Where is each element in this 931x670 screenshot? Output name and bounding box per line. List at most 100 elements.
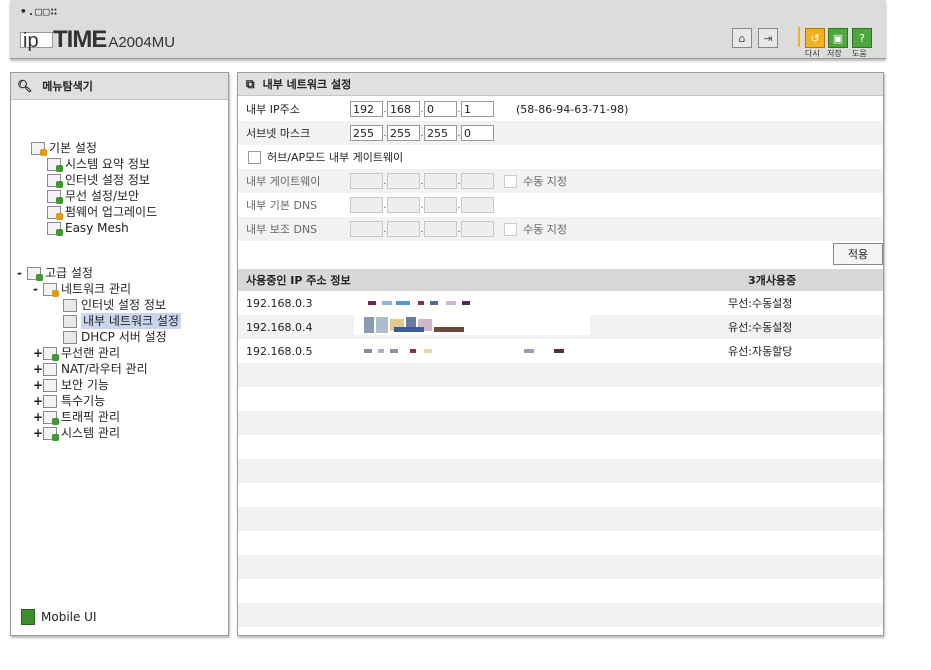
ip-octet-3[interactable]: 0 xyxy=(424,101,457,117)
dns2-octet-1[interactable] xyxy=(350,221,383,237)
tree-system-management[interactable]: + 시스템 관리 xyxy=(33,425,120,441)
mesh-icon xyxy=(47,221,63,236)
tree-advanced-settings[interactable]: - 고급 설정 xyxy=(17,265,93,281)
ip-usage-table-header: 사용중인 IP 주소 정보 3개사용중 xyxy=(238,269,883,291)
expand-toggle[interactable]: + xyxy=(33,361,43,377)
tree-label: 기본 설정 xyxy=(49,141,97,155)
ip-octet-2[interactable]: 168 xyxy=(387,101,420,117)
special-folder-icon xyxy=(43,394,57,408)
search-icon: 🔍︎ xyxy=(17,79,33,93)
tree-basic-settings[interactable]: 기본 설정 xyxy=(31,140,97,156)
tree-label: 시스템 관리 xyxy=(61,426,121,440)
page-icon xyxy=(63,330,77,344)
tree-wireless-management[interactable]: + 무선랜 관리 xyxy=(33,345,120,361)
row-ip: 192.168.0.5 xyxy=(246,344,313,358)
lock-folder-icon xyxy=(43,378,57,392)
gateway-manual-checkbox[interactable] xyxy=(504,174,517,188)
expand-toggle[interactable]: + xyxy=(33,377,43,393)
secondary-dns-label: 내부 보조 DNS xyxy=(246,223,318,236)
ip-usage-title: 사용중인 IP 주소 정보 xyxy=(246,274,351,287)
dns2-octet-4[interactable] xyxy=(461,221,494,237)
row-status: 무선:수동설정 xyxy=(728,297,793,310)
tree-label: 시스템 요약 정보 xyxy=(65,157,150,171)
primary-dns-row: 내부 기본 DNS . . . xyxy=(238,193,883,217)
system-folder-icon xyxy=(43,426,59,441)
tree-traffic-management[interactable]: + 트래픽 관리 xyxy=(33,409,120,425)
redacted-hostname xyxy=(354,294,590,312)
tree-firmware-upgrade[interactable]: 펌웨어 업그레이드 xyxy=(47,204,157,220)
chart-icon xyxy=(47,157,63,172)
iptime-logo: ip TIME A2004MU xyxy=(20,26,175,54)
collapse-toggle[interactable]: - xyxy=(33,281,43,297)
network-icon xyxy=(47,173,63,188)
refresh-icon[interactable]: ↺ xyxy=(805,28,825,48)
dns1-octet-3[interactable] xyxy=(424,197,457,213)
expand-toggle[interactable]: + xyxy=(33,409,43,425)
expand-toggle[interactable]: + xyxy=(33,345,43,361)
apply-button[interactable]: 적용 xyxy=(833,243,883,265)
tree-label-selected: 내부 네트워크 설정 xyxy=(81,313,181,329)
tree-system-summary[interactable]: 시스템 요약 정보 xyxy=(47,156,150,172)
tree-label: Easy Mesh xyxy=(65,221,129,235)
save-icon[interactable]: ▣ xyxy=(828,28,848,48)
expand-toggle[interactable]: + xyxy=(33,425,43,441)
tree-label: 보안 기능 xyxy=(61,378,109,392)
dns1-octet-1[interactable] xyxy=(350,197,383,213)
help-icon[interactable]: ? xyxy=(852,28,872,48)
mask-octet-3[interactable]: 255 xyxy=(424,125,457,141)
home-icon[interactable]: ⌂ xyxy=(732,28,752,48)
tree-network-management[interactable]: - 네트워크 관리 xyxy=(33,281,131,297)
subnet-mask-label: 서브넷 마스크 xyxy=(246,127,311,140)
gateway-manual-label: 수동 지정 xyxy=(523,175,567,188)
wireless-icon xyxy=(47,189,63,204)
tree-internet-info[interactable]: 인터넷 설정 정보 xyxy=(47,172,150,188)
ip-usage-count: 3개사용중 xyxy=(748,274,797,287)
collapse-toggle[interactable]: - xyxy=(17,265,27,281)
hub-ap-gateway-label: 허브/AP모드 내부 게이트웨이 xyxy=(267,151,404,164)
ip-address-label: 내부 IP주소 xyxy=(246,103,300,116)
expand-toggle[interactable]: + xyxy=(33,393,43,409)
tree-internet-setting-info[interactable]: 인터넷 설정 정보 xyxy=(63,297,166,313)
tree-label: DHCP 서버 설정 xyxy=(81,330,167,344)
hub-ap-gateway-checkbox[interactable] xyxy=(248,150,261,164)
logout-icon[interactable]: ⇥ xyxy=(758,28,778,48)
brand-dots: •.□□∷ xyxy=(20,5,59,18)
ip-octet-1[interactable]: 192 xyxy=(350,101,383,117)
gateway-label: 내부 게이트웨이 xyxy=(246,175,321,188)
gateway-octet-4[interactable] xyxy=(461,173,494,189)
mask-octet-2[interactable]: 255 xyxy=(387,125,420,141)
primary-dns-label: 내부 기본 DNS xyxy=(246,199,318,212)
dns2-octet-2[interactable] xyxy=(387,221,420,237)
dns-manual-checkbox[interactable] xyxy=(504,222,517,236)
gateway-octet-3[interactable] xyxy=(424,173,457,189)
tree-label: 네트워크 관리 xyxy=(61,282,132,296)
mobile-ui-link[interactable]: Mobile UI xyxy=(21,609,97,625)
redacted-hostname xyxy=(354,315,590,335)
gateway-octet-2[interactable] xyxy=(387,173,420,189)
help-label: 도움 xyxy=(852,49,867,58)
tree-internal-network-settings[interactable]: 내부 네트워크 설정 xyxy=(63,313,181,329)
dns1-octet-4[interactable] xyxy=(461,197,494,213)
empty-row xyxy=(238,363,883,387)
row-ip: 192.168.0.3 xyxy=(246,296,313,310)
mask-octet-4[interactable]: 0 xyxy=(461,125,494,141)
router-folder-icon xyxy=(43,362,57,376)
table-row: 192.168.0.4 유선:수동설정 xyxy=(238,315,883,339)
mask-octet-1[interactable]: 255 xyxy=(350,125,383,141)
tree-easy-mesh[interactable]: Easy Mesh xyxy=(47,220,129,236)
dns2-octet-3[interactable] xyxy=(424,221,457,237)
tree-nat-router[interactable]: + NAT/라우터 관리 xyxy=(33,361,148,377)
empty-row xyxy=(238,603,883,627)
tree-wireless-security[interactable]: 무선 설정/보안 xyxy=(47,188,139,204)
tree-special-features[interactable]: + 특수기능 xyxy=(33,393,105,409)
tree-label: 펌웨어 업그레이드 xyxy=(65,205,158,219)
tree-label: 무선 설정/보안 xyxy=(65,189,140,203)
tree-dhcp-server-settings[interactable]: DHCP 서버 설정 xyxy=(63,329,167,345)
ip-octet-4[interactable]: 1 xyxy=(461,101,494,117)
gateway-octet-1[interactable] xyxy=(350,173,383,189)
empty-row xyxy=(238,507,883,531)
tree-security[interactable]: + 보안 기능 xyxy=(33,377,109,393)
empty-row xyxy=(238,555,883,579)
panel-header: ⧉ 내부 네트워크 설정 xyxy=(238,73,883,96)
dns1-octet-2[interactable] xyxy=(387,197,420,213)
